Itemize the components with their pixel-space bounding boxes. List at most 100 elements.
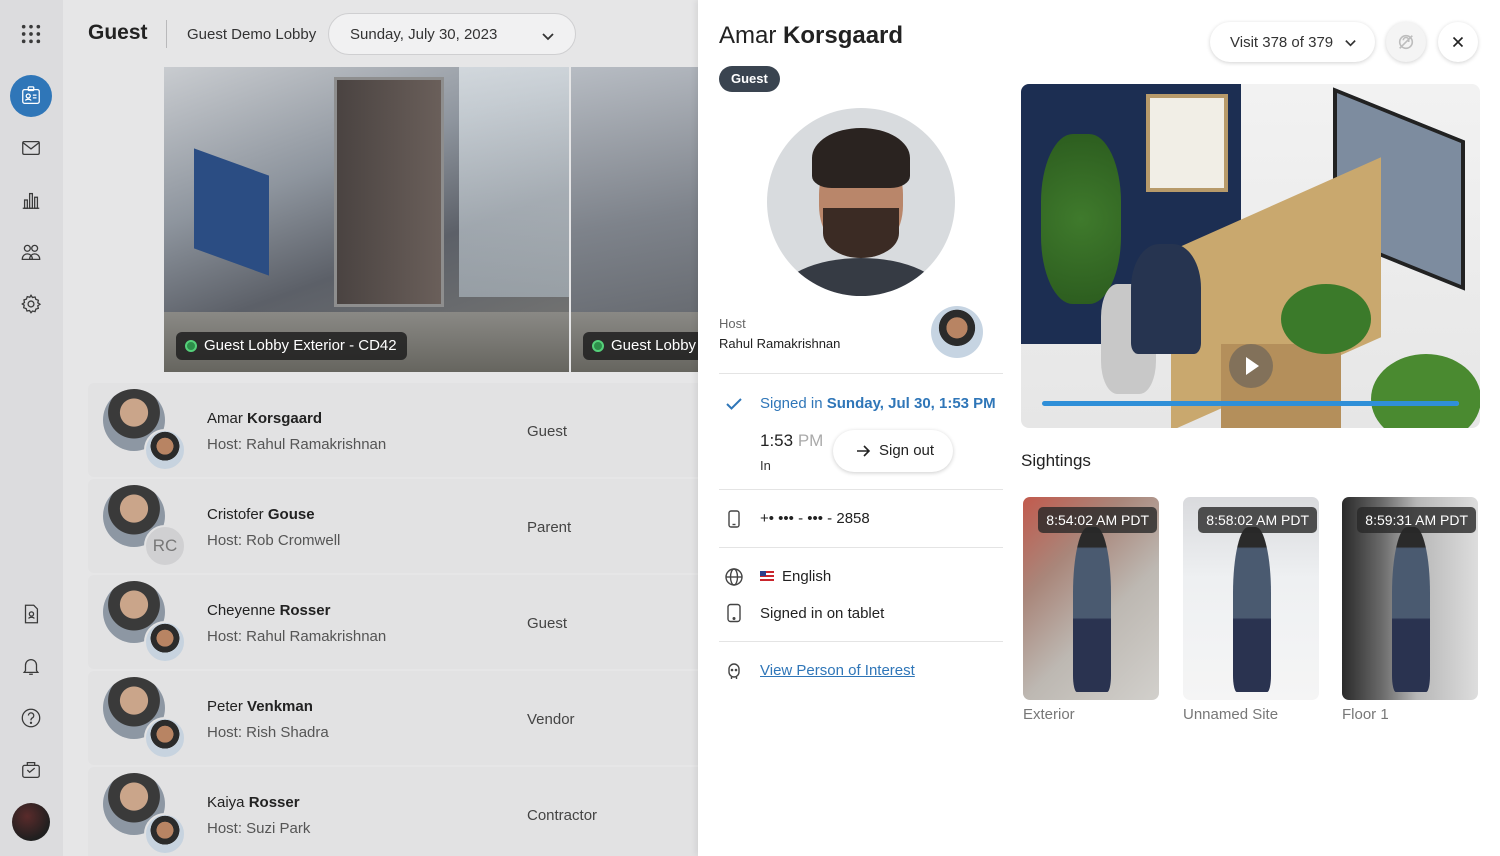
tablet-icon xyxy=(724,603,744,623)
visitor-last-name: Korsgaard xyxy=(783,22,904,49)
camera-label: Guest Lobby Exterior - CD42 xyxy=(176,332,407,360)
visitor-last-name: Rosser xyxy=(248,794,300,811)
visit-video-player[interactable] xyxy=(1021,84,1480,428)
visitor-last-name: Gouse xyxy=(267,506,315,523)
section-divider xyxy=(719,489,1003,490)
visit-row[interactable]: RC Cristofer Gouse Host: Rob Cromwell Pa… xyxy=(88,479,698,573)
visitor-photo xyxy=(767,108,955,296)
visitor-type-badge: Guest xyxy=(719,66,780,92)
section-divider xyxy=(719,641,1003,642)
visitor-host: Host: Rahul Ramakrishnan xyxy=(207,628,387,645)
question-icon[interactable] xyxy=(10,697,52,739)
sighting-site: Unnamed Site xyxy=(1183,706,1279,723)
visit-row[interactable]: Kaiya Rosser Host: Suzi Park Contractor xyxy=(88,767,698,856)
visitor-first-name: Cheyenne xyxy=(207,602,276,619)
camera-scene-door xyxy=(334,77,444,307)
date-select-value: Sunday, July 30, 2023 xyxy=(350,26,498,43)
visitor-first-name: Cristofer xyxy=(207,506,264,523)
video-scene-frame xyxy=(1146,94,1228,192)
visitor-host: Host: Rob Cromwell xyxy=(207,532,341,549)
visitor-host: Host: Rish Shadra xyxy=(207,724,329,741)
bar-chart-icon[interactable] xyxy=(10,179,52,221)
visitor-first-name: Amar xyxy=(207,410,243,427)
visit-row[interactable]: Amar Korsgaard Host: Rahul Ramakrishnan … xyxy=(88,383,698,477)
arrow-right-icon xyxy=(857,445,871,457)
video-progress-fill xyxy=(1042,401,1459,406)
visitor-log-main: Guest Guest Demo Lobby Sunday, July 30, … xyxy=(63,0,698,856)
sighting-person xyxy=(1073,527,1111,692)
visit-select-value: Visit 378 of 379 xyxy=(1230,34,1334,51)
visitor-last-name: Korsgaard xyxy=(247,410,323,427)
visit-row[interactable]: Cheyenne Rosser Host: Rahul Ramakrishnan… xyxy=(88,575,698,669)
sighting-time: 8:58:02 AM PDT xyxy=(1198,507,1317,533)
apps-grid-icon[interactable] xyxy=(10,13,52,55)
document-badge-icon[interactable] xyxy=(10,593,52,635)
phone-icon xyxy=(724,509,744,529)
left-nav-rail xyxy=(0,0,63,856)
host-initials-avatar: RC xyxy=(144,525,186,567)
visitor-type: Vendor xyxy=(527,711,575,728)
signed-in-method: Signed in on tablet xyxy=(760,605,885,622)
close-button[interactable] xyxy=(1438,22,1478,62)
camera-label: Guest Lobby xyxy=(583,332,698,360)
camera-feed[interactable]: Guest Lobby xyxy=(571,67,698,372)
sign-out-button[interactable]: Sign out xyxy=(833,430,953,472)
signed-in-status: Signed in Sunday, Jul 30, 1:53 PM xyxy=(760,395,996,412)
user-avatar[interactable] xyxy=(12,803,50,841)
chevron-down-icon xyxy=(1345,40,1356,47)
sighting-thumbnail[interactable]: 8:59:31 AM PDT xyxy=(1342,497,1478,700)
gear-icon[interactable] xyxy=(10,283,52,325)
sightings-title: Sightings xyxy=(1021,451,1091,470)
video-progress-bar[interactable] xyxy=(1042,401,1459,406)
photo-hair xyxy=(812,128,910,188)
section-divider xyxy=(719,373,1003,374)
sighting-thumbnail[interactable]: 8:58:02 AM PDT xyxy=(1183,497,1319,700)
close-icon xyxy=(1452,36,1464,48)
camera-feed-strip: Guest Lobby Exterior - CD42 Guest Lobby xyxy=(164,67,698,372)
host-avatar xyxy=(144,717,186,759)
visitor-host: Host: Rahul Ramakrishnan xyxy=(207,436,387,453)
host-label: Host xyxy=(719,316,746,331)
visitor-full-name: Amar Korsgaard xyxy=(719,22,903,50)
sighting-thumbnail[interactable]: 8:54:02 AM PDT xyxy=(1023,497,1159,700)
people-icon[interactable] xyxy=(10,231,52,273)
sign-out-label: Sign out xyxy=(879,442,935,459)
us-flag-icon xyxy=(760,571,774,581)
bell-icon[interactable] xyxy=(10,645,52,687)
visitor-first-name: Peter xyxy=(207,698,243,715)
in-label: In xyxy=(760,458,771,473)
host-photo xyxy=(931,306,983,358)
time-ampm: PM xyxy=(797,431,824,450)
sighting-site: Exterior xyxy=(1023,706,1075,723)
globe-icon xyxy=(724,567,744,587)
sighting-time: 8:59:31 AM PDT xyxy=(1357,507,1476,533)
language: English xyxy=(782,568,832,585)
check-icon xyxy=(724,394,744,414)
play-icon[interactable] xyxy=(1229,344,1273,388)
visit-row[interactable]: Peter Venkman Host: Rish Shadra Vendor xyxy=(88,671,698,765)
host-avatar xyxy=(144,813,186,855)
time-value: 1:53 xyxy=(760,431,794,450)
camera-feed[interactable]: Guest Lobby Exterior - CD42 xyxy=(164,67,569,372)
page-header: Guest Guest Demo Lobby Sunday, July 30, … xyxy=(63,0,698,68)
camera-scene-glass xyxy=(459,67,569,297)
person-of-interest-button[interactable] xyxy=(1386,22,1426,62)
date-select[interactable]: Sunday, July 30, 2023 xyxy=(328,13,576,55)
kiosk-icon[interactable] xyxy=(10,749,52,791)
visitor-last-name: Venkman xyxy=(247,698,313,715)
visit-list: Amar Korsgaard Host: Rahul Ramakrishnan … xyxy=(88,383,698,856)
visitor-last-name: Rosser xyxy=(279,602,331,619)
visit-select[interactable]: Visit 378 of 379 xyxy=(1210,22,1375,62)
sign-in-time: 1:53 PM xyxy=(760,431,823,451)
id-badge-icon[interactable] xyxy=(10,75,52,117)
visitor-first-name: Kaiya xyxy=(207,794,245,811)
view-person-of-interest-link[interactable]: View Person of Interest xyxy=(760,662,915,679)
mail-icon[interactable] xyxy=(10,127,52,169)
video-scene-plant xyxy=(1371,354,1480,428)
visitor-type: Guest xyxy=(527,423,568,440)
video-scene-plant xyxy=(1281,284,1371,354)
location-name: Guest Demo Lobby xyxy=(187,26,317,43)
host-avatar xyxy=(144,621,186,663)
visitor-name: Cheyenne Rosser xyxy=(207,602,330,619)
signed-in-date: Sunday, Jul 30, 1:53 PM xyxy=(826,395,996,412)
